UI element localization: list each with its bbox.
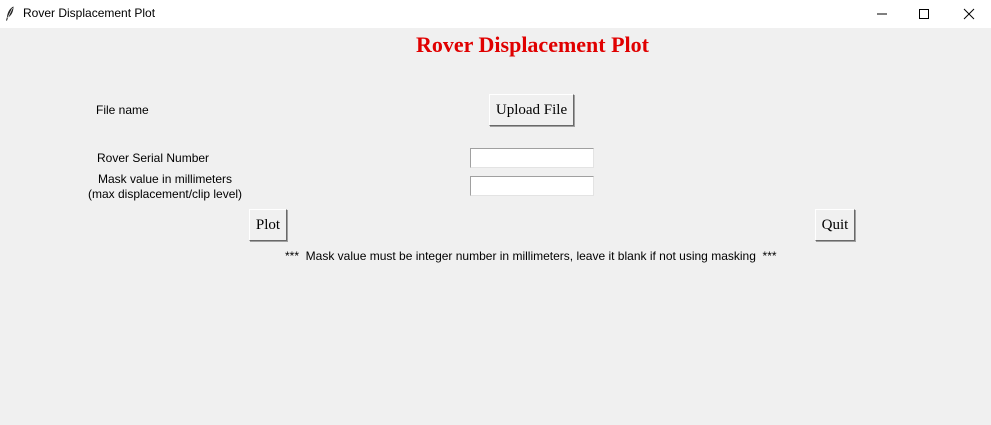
feather-icon — [5, 6, 15, 21]
mask-value-label: Mask value in millimeters (max displacem… — [88, 172, 243, 201]
plot-button[interactable]: Plot — [249, 209, 287, 241]
title-bar[interactable]: Rover Displacement Plot — [0, 0, 991, 28]
rover-serial-input[interactable] — [470, 148, 594, 168]
mask-instructions-note: *** Mask value must be integer number in… — [285, 249, 777, 263]
maximize-icon — [919, 9, 929, 19]
maximize-button[interactable] — [901, 0, 947, 28]
rover-serial-label: Rover Serial Number — [97, 151, 210, 165]
minimize-button[interactable] — [859, 0, 905, 28]
close-button[interactable] — [946, 0, 991, 28]
page-title: Rover Displacement Plot — [416, 32, 649, 57]
quit-button[interactable]: Quit — [815, 209, 855, 241]
window-title: Rover Displacement Plot — [23, 6, 156, 20]
app-window: Rover Displacement Plot Rover Displaceme… — [0, 0, 991, 425]
upload-file-button[interactable]: Upload File — [489, 94, 574, 126]
mask-value-input[interactable] — [470, 176, 594, 196]
file-name-label: File name — [96, 103, 149, 117]
minimize-icon — [877, 13, 887, 15]
close-icon — [963, 8, 975, 20]
